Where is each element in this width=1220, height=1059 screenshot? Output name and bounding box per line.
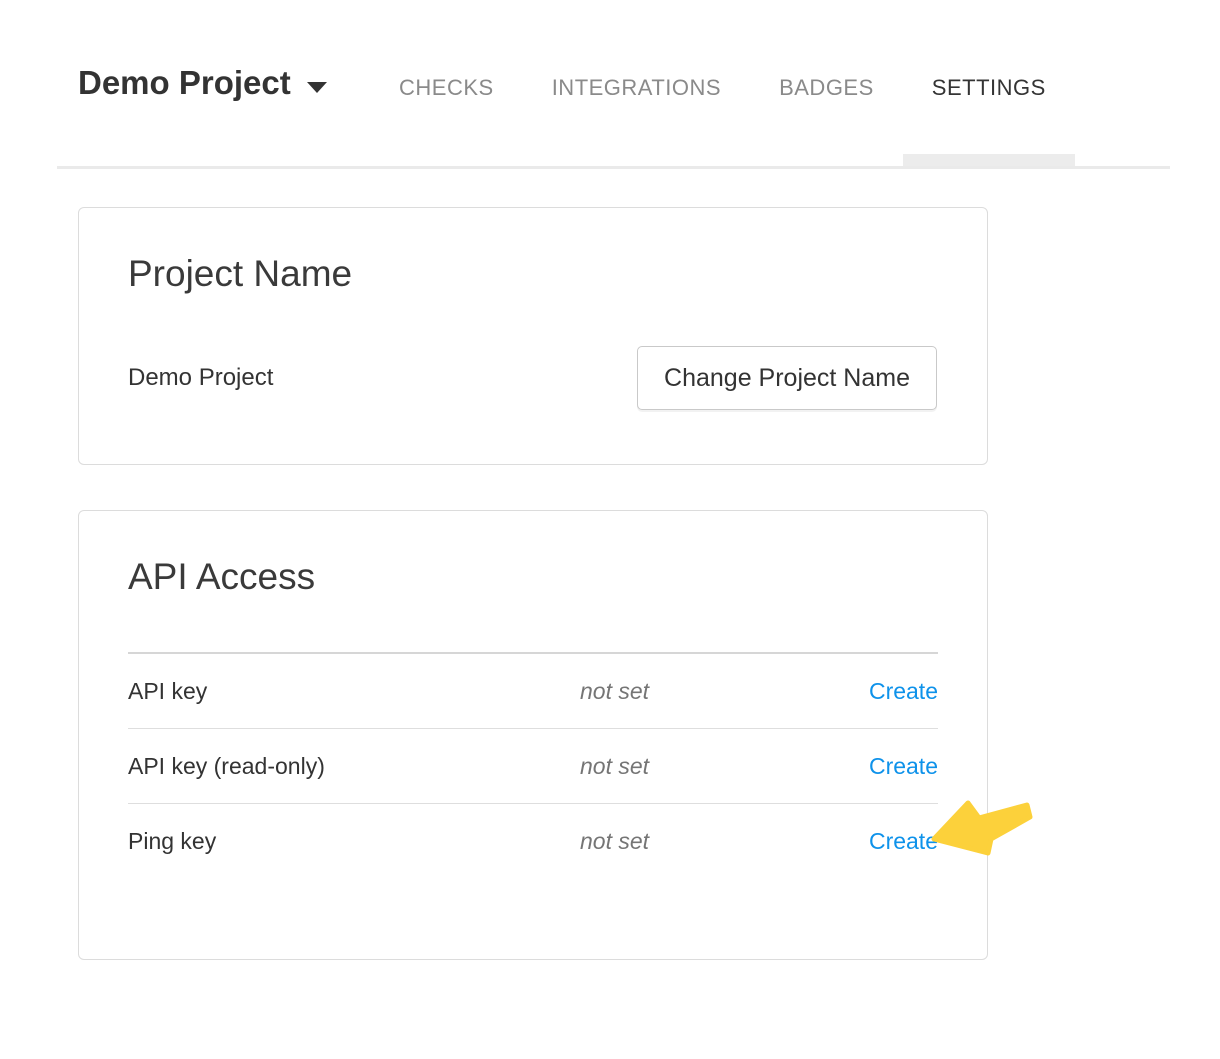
api-access-card: API Access API key not set Create API ke… <box>78 510 988 960</box>
create-api-key-link[interactable]: Create <box>869 678 938 705</box>
caret-down-icon <box>307 82 327 93</box>
project-name-card: Project Name Demo Project Change Project… <box>78 207 988 465</box>
api-key-read-only-value: not set <box>580 753 869 780</box>
create-api-key-read-only-link[interactable]: Create <box>869 753 938 780</box>
change-project-name-button[interactable]: Change Project Name <box>637 346 937 410</box>
tab-badges[interactable]: BADGES <box>750 0 903 166</box>
table-row-api-key-read-only: API key (read-only) not set Create <box>128 729 938 804</box>
api-key-label: API key <box>128 678 580 705</box>
tab-checks[interactable]: CHECKS <box>370 0 523 166</box>
project-name-card-title: Project Name <box>128 252 938 296</box>
top-navigation: Demo Project CHECKS INTEGRATIONS BADGES … <box>57 0 1170 169</box>
api-key-read-only-label: API key (read-only) <box>128 753 580 780</box>
ping-key-label: Ping key <box>128 828 580 855</box>
tab-integrations[interactable]: INTEGRATIONS <box>523 0 750 166</box>
nav-tabs: CHECKS INTEGRATIONS BADGES SETTINGS <box>370 0 1075 166</box>
project-name-row: Demo Project Change Project Name <box>128 346 938 410</box>
tab-settings[interactable]: SETTINGS <box>903 0 1075 166</box>
api-key-value: not set <box>580 678 869 705</box>
table-row-ping-key: Ping key not set Create <box>128 804 938 879</box>
create-ping-key-link[interactable]: Create <box>869 828 938 855</box>
api-access-card-title: API Access <box>128 555 938 599</box>
project-settings-page: Demo Project CHECKS INTEGRATIONS BADGES … <box>0 0 1220 1059</box>
project-switcher-label: Demo Project <box>78 64 291 102</box>
api-keys-table: API key not set Create API key (read-onl… <box>128 652 938 879</box>
ping-key-value: not set <box>580 828 869 855</box>
current-project-name: Demo Project <box>128 364 273 392</box>
table-row-api-key: API key not set Create <box>128 654 938 729</box>
project-switcher-dropdown[interactable]: Demo Project <box>78 64 327 102</box>
